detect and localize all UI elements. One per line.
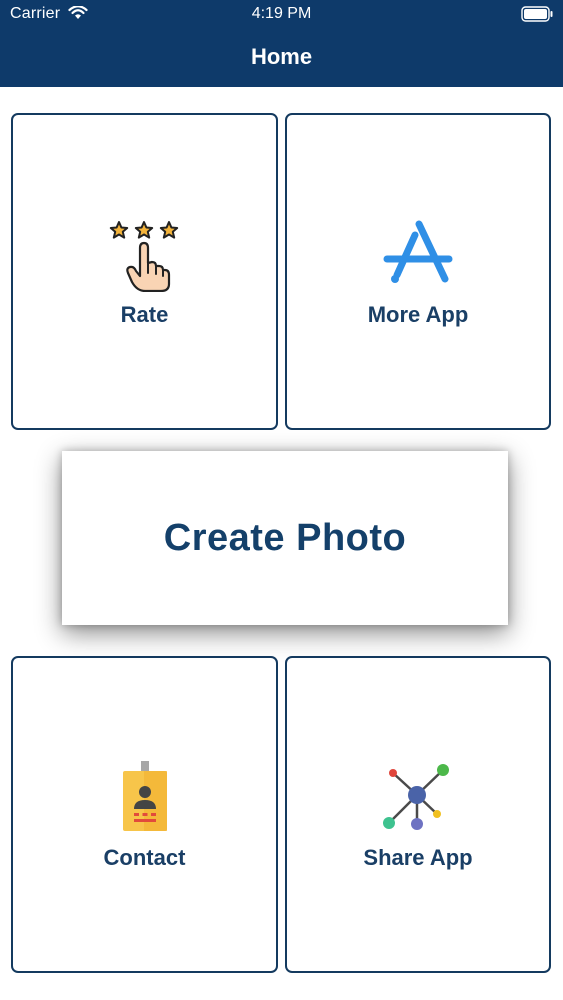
contact-badge-icon [120, 761, 170, 836]
more-app-tile[interactable]: More App [285, 113, 551, 430]
share-network-icon [382, 762, 454, 837]
more-app-label: More App [367, 302, 469, 327]
status-time: 4:19 PM [251, 5, 312, 22]
share-app-tile[interactable]: Share App [285, 656, 551, 973]
create-photo-label: Create Photo [163, 517, 407, 559]
app-store-icon [383, 219, 453, 290]
contact-label: Contact [103, 845, 186, 870]
rate-stars-hand-icon [107, 218, 183, 297]
app-header: Carrier 4:19 PM Home [0, 0, 563, 87]
battery-icon [521, 6, 553, 27]
page-title: Home [250, 44, 313, 69]
contact-tile[interactable]: Contact [11, 656, 278, 973]
rate-tile[interactable]: Rate [11, 113, 278, 430]
share-app-label: Share App [363, 845, 473, 870]
rate-label: Rate [120, 302, 169, 327]
status-bar: Carrier 4:19 PM [0, 0, 563, 30]
create-photo-button[interactable]: Create Photo [62, 451, 508, 625]
